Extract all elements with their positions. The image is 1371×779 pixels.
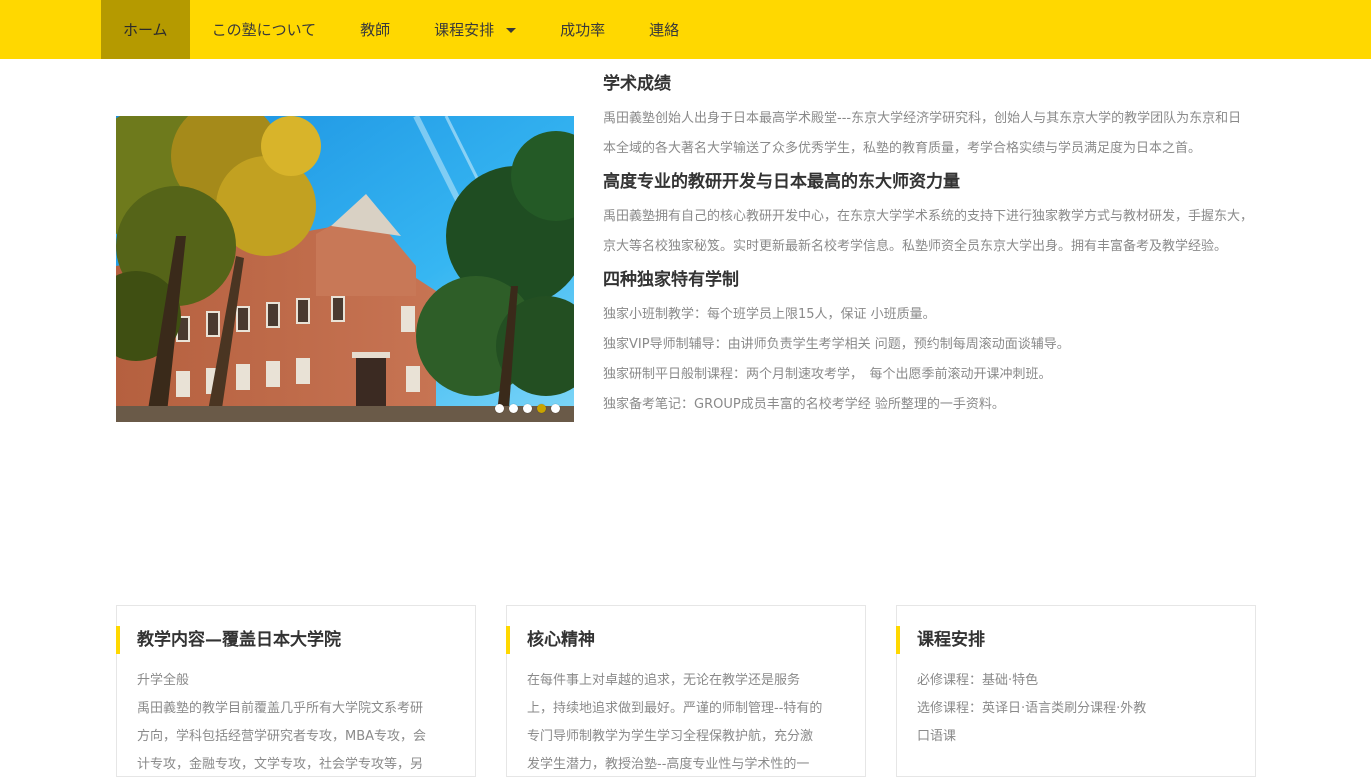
accent-bar bbox=[506, 626, 510, 654]
carousel-indicators bbox=[495, 404, 560, 413]
systems-list: 独家小班制教学：每个班学员上限15人，保证 小班质量。 独家VIP导师制辅导：由… bbox=[603, 300, 1253, 420]
section-text-academic: 禹田義塾创始人出身于日本最高学术殿堂---东京大学经济学研究科，创始人与其东京大… bbox=[603, 111, 1242, 156]
nav-label: 课程安排 bbox=[434, 21, 495, 39]
nav-label: 教師 bbox=[360, 21, 391, 39]
carousel-dot[interactable] bbox=[551, 404, 560, 413]
nav-item-success-rate[interactable]: 成功率 bbox=[538, 0, 627, 59]
card-line: 选修课程：英译日·语言类刷分课程·外教 bbox=[917, 701, 1147, 716]
accent-bar bbox=[896, 626, 900, 654]
list-item: 独家研制平日般制课程：两个月制速攻考学， 每个出愿季前滚动开课冲刺班。 bbox=[603, 367, 1052, 382]
carousel-dot[interactable] bbox=[523, 404, 532, 413]
nav-item-teachers[interactable]: 教師 bbox=[338, 0, 412, 59]
card-line: 口语课 bbox=[917, 729, 957, 744]
section-title-teaching: 高度专业的教研开发与日本最高的东大师资力量 bbox=[603, 172, 960, 192]
card-line: 上，持续地追求做到最好。严谨的师制管理--特有的 bbox=[527, 701, 823, 716]
main-nav: ホーム この塾について 教師 课程安排 成功率 連絡 bbox=[101, 0, 701, 59]
card-line: 发学生潜力，教授治塾--高度专业性与学术性的一 bbox=[527, 757, 810, 772]
card-body: 必修课程：基础·特色 选修课程：英译日·语言类刷分课程·外教 口语课 bbox=[917, 667, 1235, 751]
nav-item-about[interactable]: この塾について bbox=[190, 0, 339, 59]
intro-section: 学术成绩 禹田義塾创始人出身于日本最高学术殿堂---东京大学经济学研究科，创始人… bbox=[603, 68, 1253, 420]
nav-item-home[interactable]: ホーム bbox=[101, 0, 190, 59]
card-title: 课程安排 bbox=[917, 630, 985, 650]
card-teaching-content: 教学内容—覆盖日本大学院 升学全般 禹田義塾的教学目前覆盖几乎所有大学院文系考研… bbox=[116, 605, 476, 777]
top-navbar: ホーム この塾について 教師 课程安排 成功率 連絡 bbox=[0, 0, 1371, 59]
nav-label: 成功率 bbox=[560, 21, 606, 39]
section-title-systems: 四种独家特有学制 bbox=[603, 270, 739, 290]
section-text-teaching: 禹田義塾拥有自己的核心教研开发中心，在东京大学学术系统的支持下进行独家教学方式与… bbox=[603, 209, 1254, 254]
accent-bar bbox=[116, 626, 120, 654]
list-item: 独家备考笔记：GROUP成员丰富的名校考学经 验所整理的一手资料。 bbox=[603, 397, 1005, 412]
nav-label: 連絡 bbox=[649, 21, 680, 39]
nav-item-courses-dropdown[interactable]: 课程安排 bbox=[412, 0, 538, 59]
card-line: 升学全般 bbox=[137, 673, 190, 688]
nav-label: この塾について bbox=[211, 21, 317, 39]
section-title-academic: 学术成绩 bbox=[603, 74, 671, 94]
carousel-dot[interactable] bbox=[495, 404, 504, 413]
list-item: 独家小班制教学：每个班学员上限15人，保证 小班质量。 bbox=[603, 307, 936, 322]
card-line: 专门导师制教学为学生学习全程保教护航，充分激 bbox=[527, 729, 814, 744]
card-body: 在每件事上对卓越的追求，无论在教学还是服务 上，持续地追求做到最好。严谨的师制管… bbox=[527, 667, 845, 779]
campus-building-image bbox=[116, 116, 574, 422]
card-core-spirit: 核心精神 在每件事上对卓越的追求，无论在教学还是服务 上，持续地追求做到最好。严… bbox=[506, 605, 866, 777]
nav-item-contact[interactable]: 連絡 bbox=[627, 0, 701, 59]
image-carousel[interactable] bbox=[116, 116, 574, 422]
carousel-dot[interactable] bbox=[509, 404, 518, 413]
card-line: 方向，学科包括经营学研究者专攻，MBA专攻，会 bbox=[137, 729, 427, 744]
list-item: 独家VIP导师制辅导：由讲师负责学生考学相关 问题，预约制每周滚动面谈辅导。 bbox=[603, 337, 1070, 352]
card-line: 禹田義塾的教学目前覆盖几乎所有大学院文系考研 bbox=[137, 701, 424, 716]
card-line: 在每件事上对卓越的追求，无论在教学还是服务 bbox=[527, 673, 801, 688]
caret-down-icon bbox=[506, 28, 517, 33]
card-line: 必修课程：基础·特色 bbox=[917, 673, 1039, 688]
card-line: 计专攻，金融专攻，文学专攻，社会学专攻等，另 bbox=[137, 757, 424, 772]
card-title: 核心精神 bbox=[527, 630, 595, 650]
card-body: 升学全般 禹田義塾的教学目前覆盖几乎所有大学院文系考研 方向，学科包括经营学研究… bbox=[137, 667, 455, 779]
carousel-dot-active[interactable] bbox=[537, 404, 546, 413]
card-course-schedule: 课程安排 必修课程：基础·特色 选修课程：英译日·语言类刷分课程·外教 口语课 bbox=[896, 605, 1256, 777]
card-title: 教学内容—覆盖日本大学院 bbox=[137, 630, 341, 650]
nav-label: ホーム bbox=[123, 21, 168, 39]
